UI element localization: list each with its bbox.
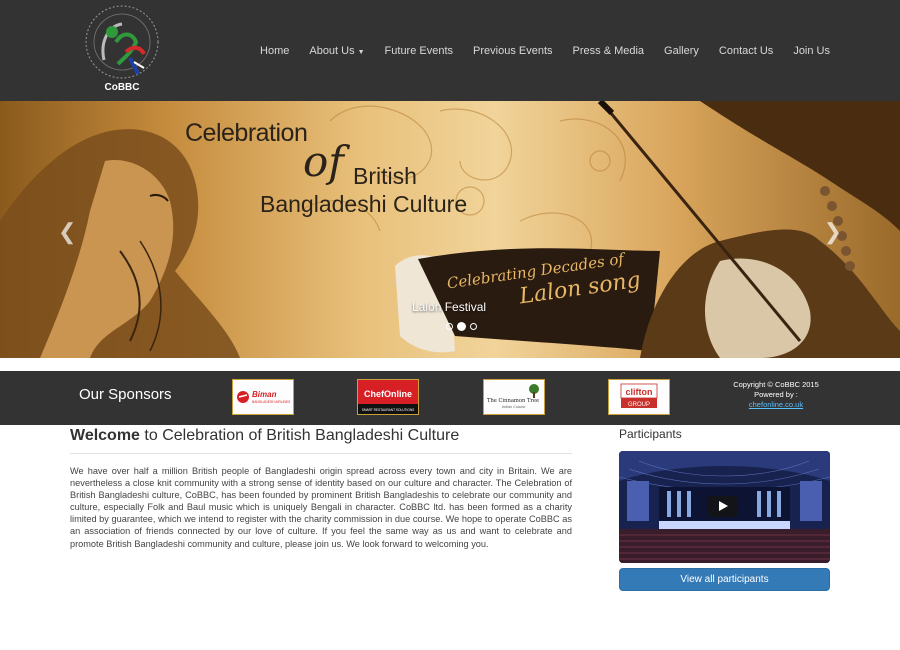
sponsors-bar: Our Sponsors Biman BANGLADESH AIRLINES C…: [0, 371, 900, 425]
welcome-body-text: We have over half a million British peop…: [70, 466, 572, 549]
cobbc-logo-icon: CoBBC: [85, 5, 159, 93]
carousel-caption: Lalon Festival: [412, 300, 487, 314]
sponsor-cinnamon-tree[interactable]: The Cinnamon Tree Indian Cuisine: [483, 379, 545, 415]
svg-text:clifton: clifton: [626, 387, 653, 397]
footer-copyright: Copyright © CoBBC 2015 Powered by : chef…: [726, 380, 826, 410]
svg-text:GROUP: GROUP: [628, 402, 650, 408]
nav-join-us-label: Join Us: [793, 45, 830, 57]
nav-future-events-label: Future Events: [384, 45, 454, 57]
navbar: CoBBC Home About Us ▼ Future Events Previ…: [0, 0, 900, 101]
powered-by-text: Powered by :: [754, 390, 798, 399]
nav-previous-events[interactable]: Previous Events: [463, 45, 562, 57]
sponsor-clifton[interactable]: clifton GROUP: [608, 379, 670, 415]
welcome-title-rest: to Celebration of British Bangladeshi Cu…: [139, 427, 460, 444]
carousel-prev-icon[interactable]: ❮: [58, 219, 76, 245]
video-play-icon[interactable]: [707, 496, 738, 517]
chefonline-logo-icon: ChefOnline SMART RESTAURANT SOLUTIONS: [358, 380, 418, 414]
svg-text:SMART RESTAURANT SOLUTIONS: SMART RESTAURANT SOLUTIONS: [362, 408, 415, 412]
main-nav: Home About Us ▼ Future Events Previous Ev…: [250, 45, 840, 57]
hero-title-line3: Bangladeshi Culture: [260, 191, 468, 217]
carousel-next-icon[interactable]: ❯: [824, 219, 842, 245]
nav-gallery[interactable]: Gallery: [654, 45, 709, 57]
carousel-indicator-3[interactable]: [470, 323, 477, 330]
nav-home-label: Home: [260, 45, 290, 57]
hero-title-line1: Celebration: [185, 119, 308, 147]
svg-text:Biman: Biman: [252, 390, 277, 399]
svg-text:The Cinnamon Tree: The Cinnamon Tree: [487, 398, 539, 404]
powered-by-link[interactable]: chefonline.co.uk: [726, 400, 826, 410]
welcome-title-bold: Welcome: [70, 427, 140, 444]
copyright-text: Copyright © CoBBC 2015: [733, 380, 819, 389]
caret-down-icon: ▼: [357, 49, 365, 56]
nav-gallery-label: Gallery: [664, 45, 699, 57]
hero-carousel: Celebration of British Bangladeshi Cultu…: [0, 101, 900, 358]
nav-join-us[interactable]: Join Us: [783, 45, 840, 57]
welcome-heading: Welcome to Celebration of British Bangla…: [70, 427, 459, 445]
svg-text:ChefOnline: ChefOnline: [364, 389, 412, 399]
cinnamon-tree-logo-icon: The Cinnamon Tree Indian Cuisine: [487, 384, 539, 409]
carousel-indicators: [446, 322, 477, 331]
view-all-participants-button[interactable]: View all participants: [619, 568, 830, 591]
hero-heading: Celebration of British Bangladeshi Cultu…: [185, 119, 467, 217]
hero-title-of: of: [303, 137, 344, 186]
welcome-divider: [70, 453, 572, 454]
nav-previous-events-label: Previous Events: [473, 45, 553, 57]
svg-text:Indian Cuisine: Indian Cuisine: [501, 405, 526, 409]
carousel-indicator-1[interactable]: [446, 323, 453, 330]
nav-press-media[interactable]: Press & Media: [563, 45, 655, 57]
nav-contact-us[interactable]: Contact Us: [709, 45, 783, 57]
participants-heading: Participants: [619, 427, 682, 441]
hero-artwork-image: [0, 101, 900, 358]
nav-about-us-label: About Us: [309, 45, 355, 57]
carousel-indicator-2[interactable]: [457, 322, 466, 331]
hero-title-line2: British: [353, 163, 417, 189]
nav-press-media-label: Press & Media: [572, 45, 645, 57]
svg-text:CoBBC: CoBBC: [105, 82, 140, 93]
participants-video[interactable]: [619, 451, 830, 563]
nav-contact-us-label: Contact Us: [718, 45, 774, 57]
site-logo[interactable]: CoBBC: [74, 2, 170, 98]
sponsor-chefonline[interactable]: ChefOnline SMART RESTAURANT SOLUTIONS: [357, 379, 419, 415]
sponsor-biman[interactable]: Biman BANGLADESH AIRLINES: [232, 379, 294, 415]
biman-logo-icon: Biman BANGLADESH AIRLINES: [237, 390, 291, 404]
nav-about-us[interactable]: About Us ▼: [299, 45, 374, 57]
svg-text:BANGLADESH AIRLINES: BANGLADESH AIRLINES: [252, 400, 291, 404]
nav-home[interactable]: Home: [250, 45, 299, 57]
nav-future-events[interactable]: Future Events: [375, 45, 463, 57]
clifton-logo-icon: clifton GROUP: [620, 383, 658, 408]
sponsors-title: Our Sponsors: [79, 386, 172, 403]
